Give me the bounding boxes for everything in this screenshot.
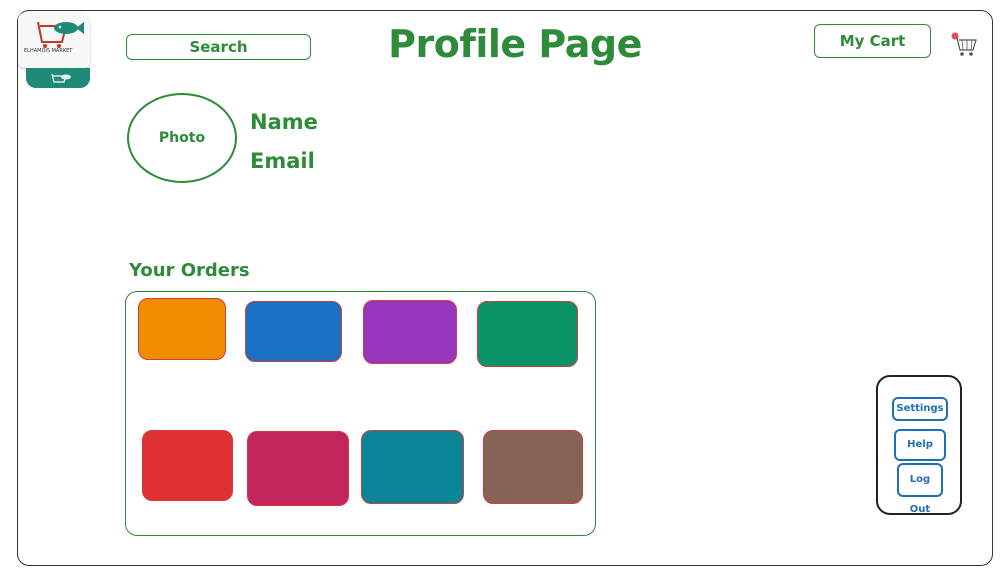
- profile-name: Name: [250, 110, 318, 134]
- my-cart-button[interactable]: My Cart: [814, 24, 931, 58]
- profile-photo[interactable]: Photo: [127, 93, 237, 183]
- orders-panel: [125, 291, 596, 536]
- help-button[interactable]: Help: [894, 429, 946, 461]
- order-tile[interactable]: [477, 301, 578, 367]
- profile-email: Email: [250, 149, 315, 173]
- order-tile[interactable]: [245, 301, 342, 362]
- order-tile[interactable]: [363, 300, 457, 364]
- logo-text: ELHAMOIS MARKET: [24, 48, 73, 54]
- order-tile[interactable]: [361, 430, 464, 504]
- order-tile[interactable]: [138, 298, 226, 360]
- order-tile[interactable]: [247, 431, 349, 506]
- logo-bottom-band: [26, 68, 90, 88]
- settings-button[interactable]: Settings: [892, 397, 948, 421]
- market-logo[interactable]: ELHAMOIS MARKET: [18, 12, 92, 88]
- order-tile[interactable]: [142, 430, 233, 501]
- page-title: Profile Page: [388, 22, 642, 66]
- small-logo-icon: [51, 73, 71, 83]
- log-out-button[interactable]: Log Out: [897, 463, 943, 515]
- side-menu-panel: Settings Help Log Out: [876, 375, 962, 515]
- logo-top-card: ELHAMOIS MARKET: [18, 12, 90, 68]
- shopping-cart-icon[interactable]: [948, 30, 978, 58]
- orders-title: Your Orders: [129, 260, 250, 281]
- cart-fish-logo-icon: [37, 21, 84, 48]
- order-tile[interactable]: [483, 430, 583, 504]
- search-button[interactable]: Search: [126, 34, 311, 60]
